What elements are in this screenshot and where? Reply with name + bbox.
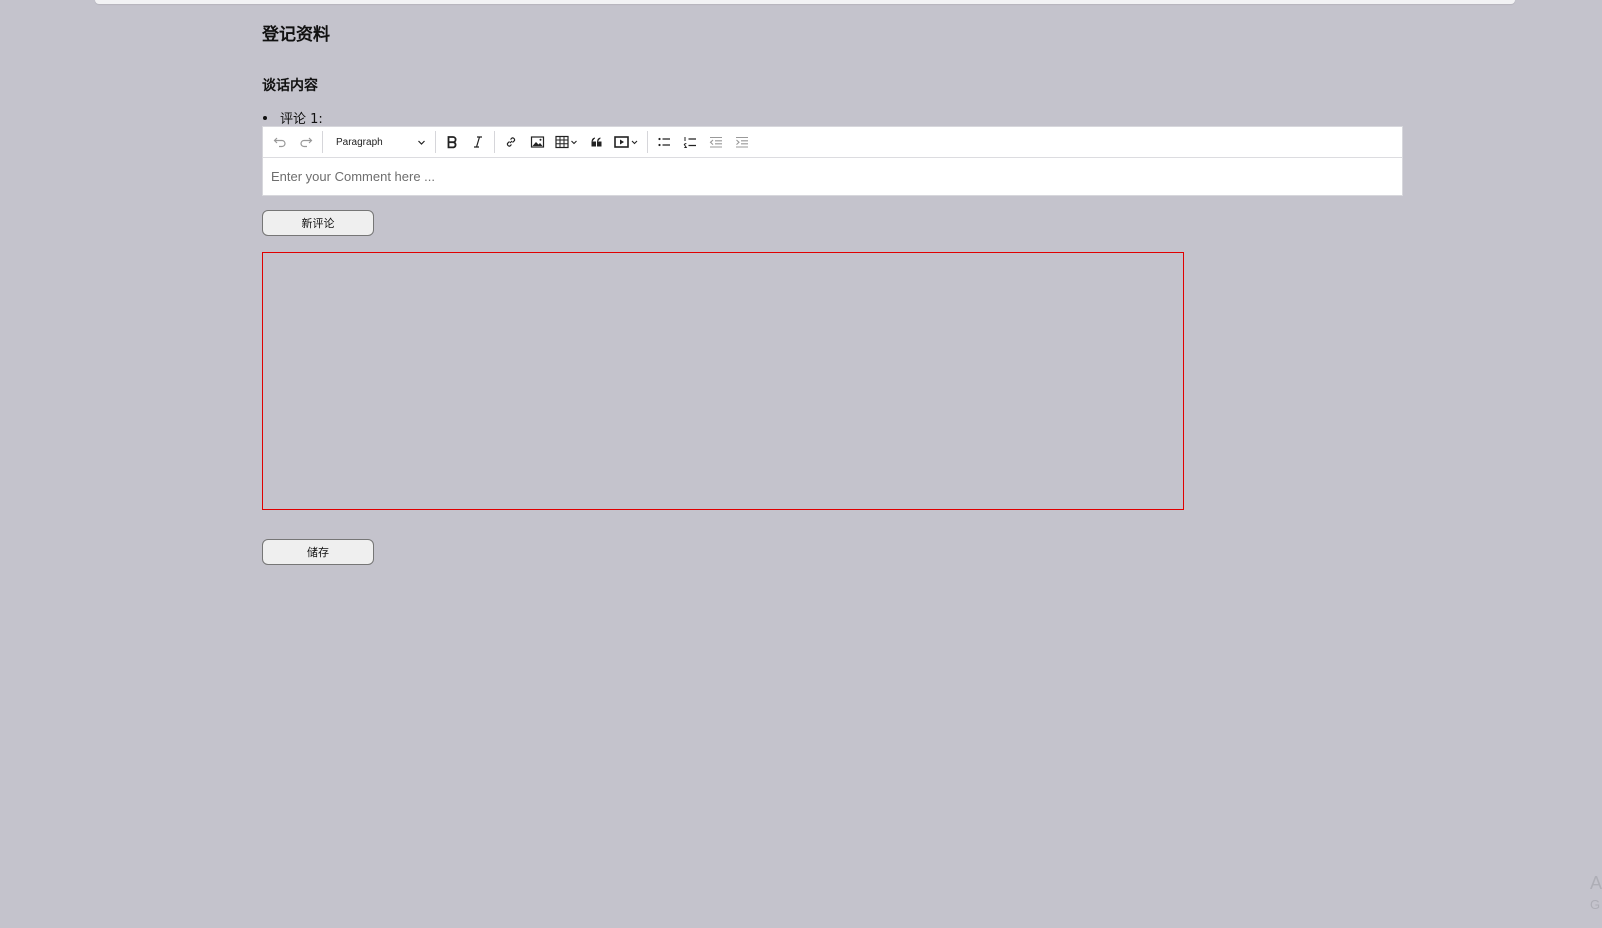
new-comment-button[interactable]: 新评论 <box>262 210 374 236</box>
bullet-icon <box>263 115 267 120</box>
comment-editor-area[interactable]: Enter your Comment here ... <box>263 158 1402 195</box>
page-title: 登记资料 <box>262 25 330 45</box>
editor-toolbar: Paragraph <box>263 127 1402 158</box>
blockquote-icon[interactable] <box>584 130 610 154</box>
watermark-line-2: G <box>1590 897 1601 912</box>
image-icon[interactable] <box>524 130 550 154</box>
activation-watermark: A G <box>1590 872 1602 916</box>
table-icon[interactable] <box>550 130 584 154</box>
outdent-icon[interactable] <box>703 130 729 154</box>
undo-icon[interactable] <box>267 130 293 154</box>
paragraph-format-select[interactable]: Paragraph <box>326 130 432 154</box>
numbered-list-icon[interactable] <box>677 130 703 154</box>
comment-label: 评论 1: <box>280 112 323 127</box>
save-button[interactable]: 储存 <box>262 539 374 565</box>
browser-top-strip <box>95 0 1515 4</box>
bulleted-list-icon[interactable] <box>651 130 677 154</box>
toolbar-separator <box>494 131 495 153</box>
italic-icon[interactable] <box>465 130 491 154</box>
comment-editor: Paragraph Enter your Comment here ... <box>262 126 1403 196</box>
section-title: 谈话内容 <box>262 78 318 94</box>
redo-icon[interactable] <box>293 130 319 154</box>
highlight-box <box>262 252 1184 510</box>
media-icon[interactable] <box>610 130 644 154</box>
indent-icon[interactable] <box>729 130 755 154</box>
chevron-down-icon <box>418 140 425 145</box>
bold-icon[interactable] <box>439 130 465 154</box>
watermark-line-1: A <box>1590 873 1602 893</box>
editor-placeholder: Enter your Comment here ... <box>271 169 436 184</box>
toolbar-separator <box>435 131 436 153</box>
link-icon[interactable] <box>498 130 524 154</box>
comment-list-item: 评论 1: <box>262 108 323 127</box>
toolbar-separator <box>647 131 648 153</box>
paragraph-format-value: Paragraph <box>336 136 383 148</box>
toolbar-separator <box>322 131 323 153</box>
